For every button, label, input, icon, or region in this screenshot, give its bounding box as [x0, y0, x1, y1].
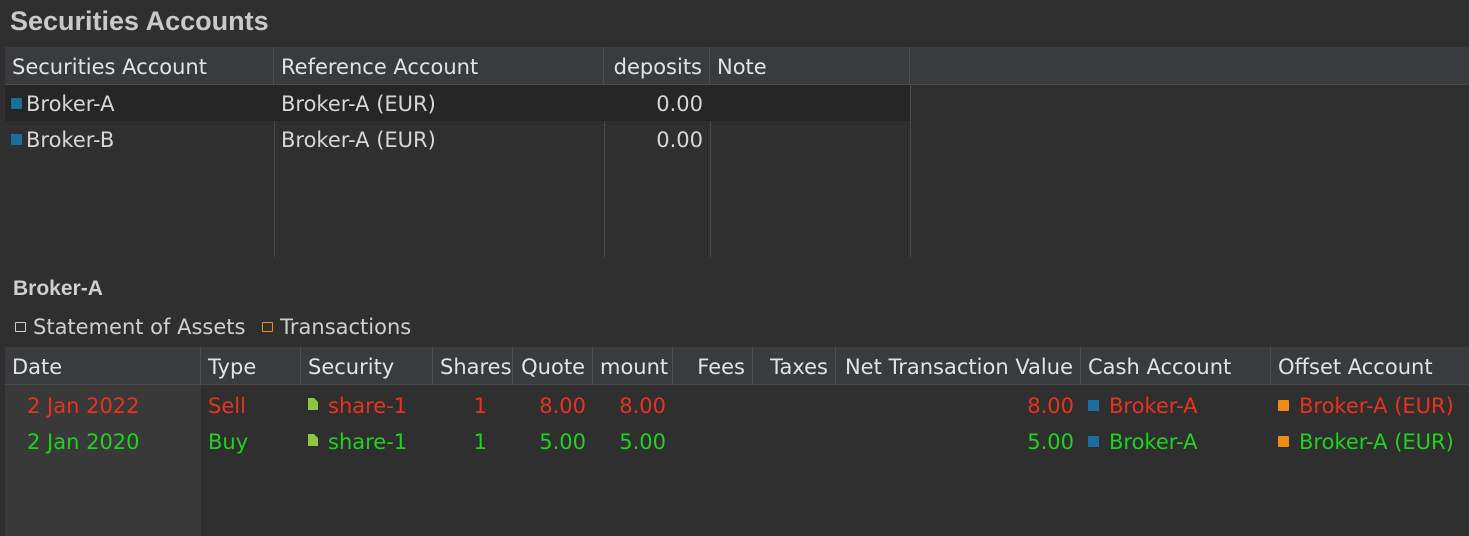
table-row[interactable]: 2 Jan 2022 Sell share-1 1 8.00 8.00 8.00…	[5, 387, 1469, 423]
table-row[interactable]: 2 Jan 2020 Buy share-1 1 5.00 5.00 5.00 …	[5, 423, 1469, 459]
col-header-cash-account[interactable]: Cash Account	[1081, 347, 1271, 385]
date-cell: 2 Jan 2020	[27, 430, 140, 454]
tab-statement-of-assets[interactable]: Statement of Assets	[15, 315, 245, 339]
deposits-cell: 0.00	[656, 128, 703, 152]
cash-account-cell: Broker-A	[1081, 387, 1271, 423]
col-header-fees[interactable]: Fees	[673, 347, 753, 385]
net-value-cell: 5.00	[1027, 430, 1074, 454]
col-header-quote[interactable]: Quote	[513, 347, 593, 385]
security-icon	[308, 434, 318, 446]
detail-title: Broker-A	[13, 277, 103, 300]
account-icon	[11, 98, 22, 109]
col-header-note[interactable]: Note	[710, 47, 910, 85]
detail-tabs: Statement of Assets Transactions	[15, 315, 421, 339]
type-cell: Buy	[208, 430, 249, 454]
offset-account-cell: Broker-A (EUR)	[1271, 387, 1469, 423]
col-header-deposits[interactable]: deposits	[604, 47, 710, 85]
col-header-security[interactable]: Security	[301, 347, 433, 385]
col-header-date[interactable]: Date	[5, 347, 201, 385]
accounts-table-header: Securities Account Reference Account dep…	[5, 47, 1469, 85]
col-header-shares[interactable]: Shares	[433, 347, 513, 385]
shares-cell: 1	[473, 430, 487, 454]
offset-account-name: Broker-A (EUR)	[1299, 394, 1454, 418]
shares-cell: 1	[473, 394, 487, 418]
col-header-taxes[interactable]: Taxes	[753, 347, 836, 385]
amount-cell: 8.00	[619, 394, 666, 418]
accounts-table: Securities Account Reference Account dep…	[5, 47, 1469, 259]
offset-account-cell: Broker-A (EUR)	[1271, 423, 1469, 459]
cash-account-icon	[1088, 436, 1099, 447]
offset-account-name: Broker-A (EUR)	[1299, 430, 1454, 454]
offset-account-icon	[1278, 436, 1289, 447]
tab-label: Statement of Assets	[33, 315, 246, 339]
quote-cell: 5.00	[539, 430, 586, 454]
cash-account-name: Broker-A	[1109, 430, 1198, 454]
security-cell: share-1	[301, 387, 433, 423]
security-name: share-1	[328, 394, 408, 418]
type-cell: Sell	[208, 394, 246, 418]
account-icon	[11, 134, 22, 145]
security-cell: share-1	[301, 423, 433, 459]
transactions-table: Date Type Security Shares Quote mount Fe…	[5, 347, 1469, 536]
deposits-cell: 0.00	[656, 92, 703, 116]
col-header-offset-account[interactable]: Offset Account	[1271, 347, 1469, 385]
table-row[interactable]: Broker-B Broker-A (EUR) 0.00	[5, 121, 910, 157]
transactions-icon	[262, 322, 274, 332]
table-row[interactable]: Broker-A Broker-A (EUR) 0.00	[5, 85, 910, 121]
col-header-type[interactable]: Type	[201, 347, 301, 385]
quote-cell: 8.00	[539, 394, 586, 418]
note-cell	[710, 85, 910, 121]
taxes-cell	[753, 387, 836, 423]
note-cell	[710, 121, 910, 157]
net-value-cell: 8.00	[1027, 394, 1074, 418]
cash-account-name: Broker-A	[1109, 394, 1198, 418]
tab-label: Transactions	[280, 315, 412, 339]
col-header-securities-account[interactable]: Securities Account	[5, 47, 274, 85]
statement-icon	[15, 322, 26, 332]
col-header-reference-account[interactable]: Reference Account	[274, 47, 604, 85]
account-name: Broker-B	[26, 128, 115, 152]
account-cell: Broker-B	[5, 121, 274, 157]
transactions-table-header: Date Type Security Shares Quote mount Fe…	[5, 347, 1469, 385]
account-name: Broker-A	[26, 92, 115, 116]
reference-cell: Broker-A (EUR)	[281, 128, 436, 152]
security-icon	[308, 398, 318, 410]
fees-cell	[673, 423, 753, 459]
security-name: share-1	[328, 430, 408, 454]
reference-cell: Broker-A (EUR)	[281, 92, 436, 116]
date-cell: 2 Jan 2022	[27, 394, 140, 418]
offset-account-icon	[1278, 400, 1289, 411]
cash-account-cell: Broker-A	[1081, 423, 1271, 459]
amount-cell: 5.00	[619, 430, 666, 454]
cash-account-icon	[1088, 400, 1099, 411]
tab-transactions[interactable]: Transactions	[262, 315, 411, 339]
col-header-net-transaction-value[interactable]: Net Transaction Value	[836, 347, 1081, 385]
fees-cell	[673, 387, 753, 423]
col-header-amount[interactable]: mount	[593, 347, 673, 385]
taxes-cell	[753, 423, 836, 459]
page-title: Securities Accounts	[10, 6, 269, 36]
account-cell: Broker-A	[5, 85, 274, 121]
